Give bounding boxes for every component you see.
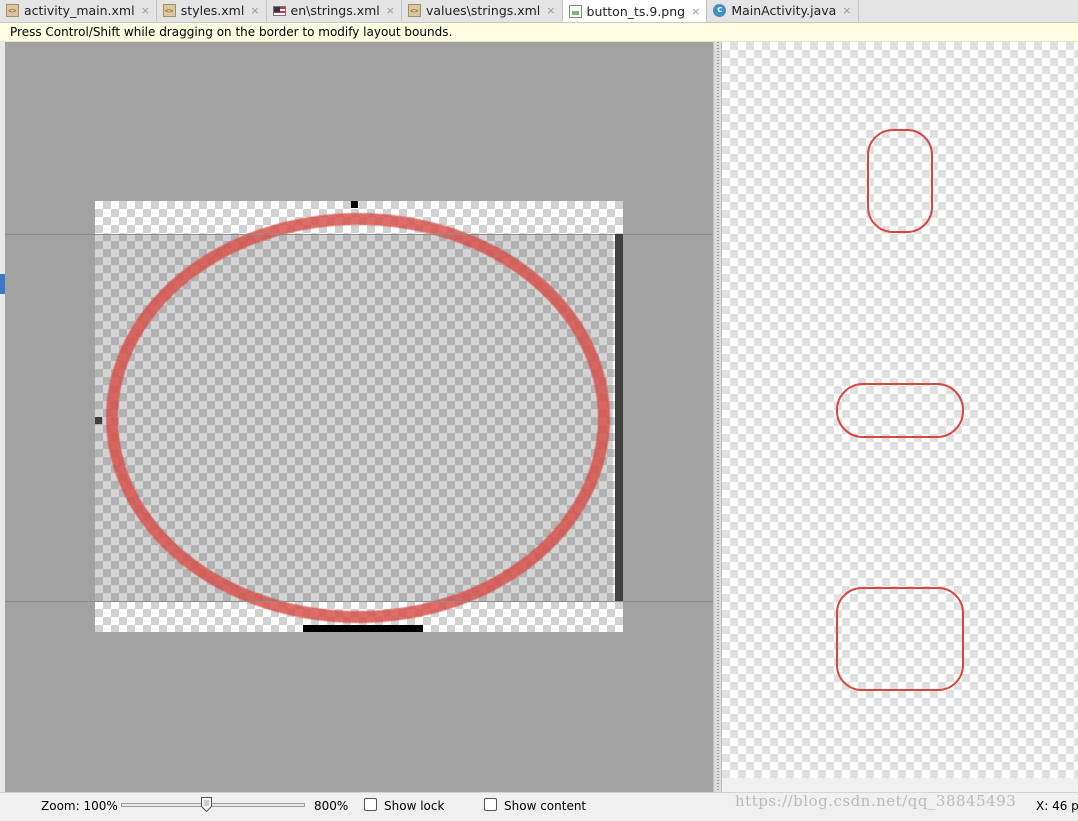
close-icon[interactable]: ×	[691, 5, 700, 18]
stretch-marker-top[interactable]	[351, 201, 358, 208]
png-file-icon	[568, 4, 582, 18]
tab-label: MainActivity.java	[731, 3, 837, 18]
nine-patch-editor-canvas[interactable]	[5, 42, 713, 792]
show-content-label[interactable]: Show content	[504, 799, 586, 813]
tab-button-ts-9-png[interactable]: button_ts.9.png ×	[562, 0, 708, 22]
pane-splitter[interactable]	[713, 42, 722, 792]
xml-file-icon	[6, 4, 19, 17]
preview-both-stretch	[836, 587, 964, 691]
close-icon[interactable]: ×	[141, 4, 150, 17]
close-icon[interactable]: ×	[546, 4, 555, 17]
patch-guide-top[interactable]	[5, 234, 713, 235]
xml-file-icon	[162, 4, 176, 17]
stretch-marker-left[interactable]	[95, 417, 102, 424]
show-content-checkbox[interactable]	[484, 798, 497, 811]
tab-label: styles.xml	[180, 3, 245, 18]
tab-en-strings[interactable]: en\strings.xml ×	[267, 0, 402, 21]
xml-file-icon	[408, 4, 421, 17]
close-icon[interactable]: ×	[250, 4, 259, 17]
tab-styles[interactable]: styles.xml ×	[157, 0, 267, 21]
watermark-text: https://blog.csdn.net/qq_38845493	[735, 792, 1017, 810]
padding-marker-bottom[interactable]	[303, 625, 423, 632]
show-lock-checkbox[interactable]	[364, 798, 377, 811]
stretch-preview-pane	[722, 42, 1078, 778]
editor-tab-bar: activity_main.xml × styles.xml × en\stri…	[0, 0, 1078, 23]
preview-vertical-stretch	[867, 129, 933, 233]
zoom-slider-track[interactable]	[121, 803, 305, 807]
close-icon[interactable]: ×	[842, 4, 851, 17]
patch-guide-bottom[interactable]	[5, 601, 713, 602]
java-class-icon: c	[713, 4, 727, 17]
red-oval-stroke	[106, 213, 610, 623]
tab-label: button_ts.9.png	[586, 3, 686, 19]
padding-marker-right[interactable]	[615, 234, 623, 601]
tab-activity-main[interactable]: activity_main.xml ×	[0, 0, 157, 21]
zoom-max-label: 800%	[314, 799, 349, 813]
tab-main-activity[interactable]: c MainActivity.java ×	[707, 0, 859, 21]
preview-horizontal-stretch	[836, 383, 964, 438]
tab-label: activity_main.xml	[24, 3, 135, 18]
us-flag-icon	[272, 5, 286, 16]
close-icon[interactable]: ×	[386, 4, 395, 17]
splitter-grip	[717, 42, 719, 792]
show-lock-label[interactable]: Show lock	[384, 799, 444, 813]
zoom-label: Zoom: 100%	[41, 799, 118, 813]
hint-bar: Press Control/Shift while dragging on th…	[0, 23, 1078, 42]
tab-label: en\strings.xml	[290, 3, 380, 18]
tab-values-strings[interactable]: values\strings.xml ×	[402, 0, 563, 21]
cursor-coordinates: X: 46 p	[1036, 799, 1078, 813]
tab-label: values\strings.xml	[426, 3, 541, 18]
zoom-slider-thumb[interactable]	[201, 797, 212, 812]
